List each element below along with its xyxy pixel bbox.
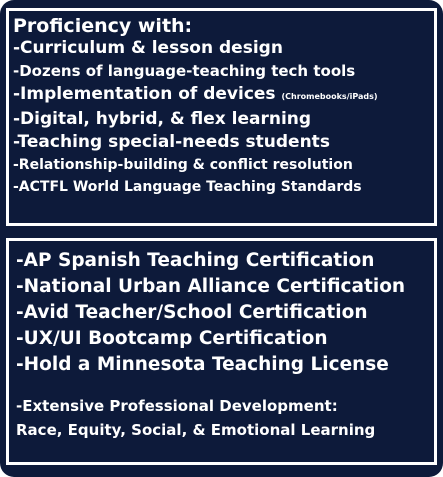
proficiency-box: Proficiency with: -Curriculum & lesson d… — [6, 8, 437, 226]
certification-item: -National Urban Alliance Certification — [16, 276, 406, 297]
resume-card: Proficiency with: -Curriculum & lesson d… — [0, 0, 443, 477]
certification-item: -Hold a Minnesota Teaching License — [16, 354, 389, 375]
proficiency-item: -Teaching special-needs students — [13, 132, 330, 152]
proficiency-item-text: -Implementation of devices — [13, 84, 276, 104]
development-detail: Race, Equity, Social, & Emotional Learni… — [16, 421, 376, 439]
proficiency-heading: Proficiency with: — [13, 15, 193, 37]
proficiency-item: -Curriculum & lesson design — [13, 38, 283, 58]
proficiency-item: -ACTFL World Language Teaching Standards — [13, 179, 362, 195]
proficiency-item-devices: -Implementation of devices (Chromebooks/… — [13, 83, 434, 108]
certifications-box: -AP Spanish Teaching Certification -Nati… — [6, 238, 437, 465]
certification-item: -UX/UI Bootcamp Certification — [16, 328, 328, 349]
proficiency-item: -Relationship-building & conflict resolu… — [13, 157, 353, 173]
development-heading: -Extensive Professional Development: — [16, 397, 338, 415]
certification-item: -Avid Teacher/School Certification — [16, 302, 368, 323]
proficiency-item: -Dozens of language-teaching tech tools — [13, 62, 356, 80]
proficiency-item: -Digital, hybrid, & flex learning — [13, 109, 312, 129]
certification-item: -AP Spanish Teaching Certification — [16, 250, 375, 271]
devices-note: (Chromebooks/iPads) — [281, 92, 378, 101]
